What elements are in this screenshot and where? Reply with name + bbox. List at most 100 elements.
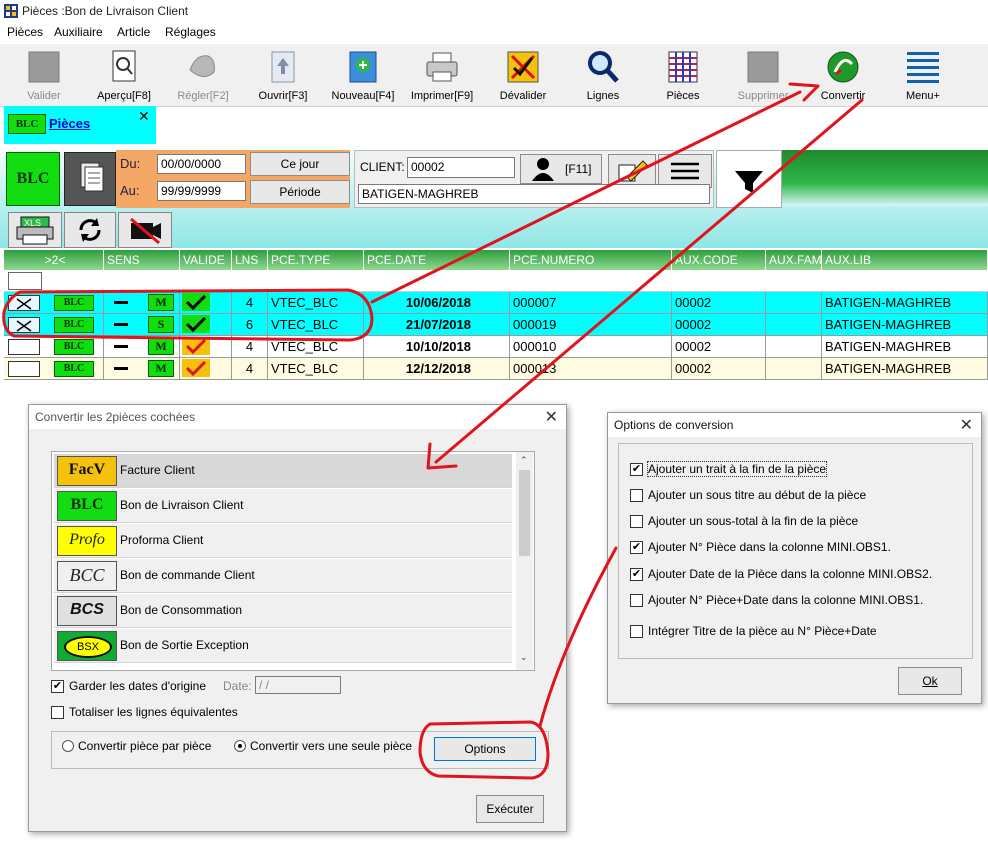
valider-button[interactable]: Valider — [4, 46, 84, 106]
selection-cell[interactable]: BLC — [4, 314, 104, 335]
col-header-aux-code[interactable]: AUX.CODE — [672, 250, 766, 270]
table-row[interactable]: BLC M 4 VTEC_BLC 10/10/2018 000010 00002 BATIGE… — [4, 336, 988, 358]
row-checkbox[interactable] — [8, 361, 40, 377]
filter-button[interactable] — [716, 150, 782, 208]
periode-button[interactable]: Période — [250, 180, 350, 204]
col-header-selection[interactable]: >2< — [4, 250, 104, 270]
client-name-field[interactable]: BATIGEN-MAGHREB — [358, 184, 710, 204]
camera-off-button[interactable] — [118, 212, 172, 248]
options-button[interactable]: Options — [434, 737, 536, 761]
selection-cell[interactable]: BLC — [4, 292, 104, 313]
scroll-up-icon[interactable]: ⌃ — [520, 455, 528, 466]
pieces-button[interactable]: Pièces — [643, 46, 723, 106]
print-button[interactable]: Imprimer[F9] — [402, 46, 482, 106]
col-header-pce-numero[interactable]: PCE.NUMERO — [510, 250, 672, 270]
close-icon[interactable]: ✕ — [545, 407, 558, 427]
lines-button[interactable]: Lignes — [563, 46, 643, 106]
new-button[interactable]: Nouveau[F4] — [323, 46, 403, 106]
row-checkbox[interactable] — [8, 317, 40, 333]
tab-pieces[interactable]: BLC Pièces ✕ — [4, 106, 156, 144]
tab-close-icon[interactable]: ✕ — [138, 108, 150, 125]
option-checkbox[interactable] — [630, 594, 643, 607]
option-checkbox[interactable]: ✔ — [630, 541, 643, 554]
option-checkbox[interactable]: ✔ — [630, 568, 643, 581]
select-all-checkbox[interactable] — [8, 272, 42, 290]
col-header-pce-type[interactable]: PCE.TYPE — [268, 250, 364, 270]
open-button[interactable]: Ouvrir[F3] — [243, 46, 323, 106]
doc-type-icon: FacV — [57, 456, 117, 486]
preview-button[interactable]: Aperçu[F8] — [84, 46, 164, 106]
row-checkbox[interactable] — [8, 295, 40, 311]
radio-piece-by-piece[interactable] — [62, 740, 74, 752]
new-label: Nouveau[F4] — [331, 90, 395, 102]
col-header-aux-fam[interactable]: AUX.FAM — [766, 250, 822, 270]
valide-check-icon — [182, 315, 210, 333]
col-header-valide[interactable]: VALIDE — [180, 250, 232, 270]
scroll-thumb[interactable] — [519, 470, 530, 556]
selection-cell[interactable]: BLC — [4, 358, 104, 379]
col-header-sens[interactable]: SENS — [104, 250, 180, 270]
sens-dash-icon — [114, 345, 128, 348]
client-menu-button[interactable] — [658, 154, 712, 188]
printer-icon — [425, 50, 459, 84]
option-checkbox[interactable] — [630, 489, 643, 502]
delete-button[interactable]: Supprimer — [723, 46, 803, 106]
col-header-pce-date[interactable]: PCE.DATE — [364, 250, 510, 270]
refresh-button[interactable] — [64, 212, 116, 248]
settle-button[interactable]: Régler[F2] — [163, 46, 243, 106]
client-lookup-button[interactable]: [F11] — [520, 154, 602, 184]
table-row[interactable]: BLC S 6 VTEC_BLC 21/07/2018 000019 00002 BATIGE… — [4, 314, 988, 336]
delete-label: Supprimer — [737, 90, 789, 102]
du-date-field[interactable]: 00/00/0000 — [157, 154, 246, 174]
menu-bar: Pièces Auxiliaire Article Réglages — [0, 22, 988, 42]
document-type-item[interactable]: BCS Bon de Consommation — [54, 594, 512, 628]
col-header-lns[interactable]: LNS — [232, 250, 268, 270]
keep-dates-checkbox[interactable]: ✔ — [51, 680, 64, 693]
edit-client-button[interactable] — [608, 154, 656, 188]
camera-off-icon — [130, 217, 161, 245]
doc-type-label: Bon de Livraison Client — [120, 498, 244, 512]
document-type-item[interactable]: Profo Proforma Client — [54, 524, 512, 558]
pce-date-cell: 10/10/2018 — [364, 336, 510, 357]
document-type-item[interactable]: BCC Bon de commande Client — [54, 559, 512, 593]
options-close-icon[interactable]: ✕ — [960, 415, 973, 435]
document-type-item[interactable]: FacV Facture Client — [54, 454, 512, 488]
menu-auxiliaire[interactable]: Auxiliaire — [54, 25, 103, 39]
col-header-aux-lib[interactable]: AUX.LIB — [822, 250, 988, 270]
menu-reglages[interactable]: Réglages — [165, 25, 216, 39]
table-row[interactable]: BLC M 4 VTEC_BLC 12/12/2018 000013 00002 BATIGE… — [4, 358, 988, 380]
export-xls-button[interactable]: XLS — [8, 212, 62, 248]
list-scrollbar[interactable]: ⌃ ⌄ — [516, 452, 533, 670]
ok-button[interactable]: Ok — [898, 667, 962, 695]
date-field[interactable]: / / — [255, 676, 341, 694]
doc-type-icon: BLC — [57, 491, 117, 521]
sens-cell: M — [104, 358, 180, 379]
lns-cell: 6 — [232, 314, 268, 335]
option-checkbox[interactable] — [630, 625, 643, 638]
convert-button[interactable]: Convertir — [803, 46, 883, 106]
document-type-item[interactable]: BLC Bon de Livraison Client — [54, 489, 512, 523]
total-lines-checkbox[interactable] — [51, 706, 64, 719]
invalidate-button[interactable]: Dévalider — [483, 46, 563, 106]
radio-dot — [238, 744, 242, 748]
radio-single-piece[interactable] — [234, 740, 246, 752]
option-label: Ajouter un sous titre au début de la piè… — [648, 488, 867, 502]
client-code-field[interactable]: 00002 — [407, 157, 515, 178]
option-checkbox[interactable] — [630, 515, 643, 528]
menu-pieces[interactable]: Pièces — [7, 25, 43, 39]
selection-cell[interactable]: BLC — [4, 336, 104, 357]
execute-button[interactable]: Exécuter — [476, 795, 544, 823]
au-date-field[interactable]: 99/99/9999 — [157, 181, 246, 201]
menu-plus-button[interactable]: Menu+ — [883, 46, 963, 106]
scroll-down-icon[interactable]: ⌄ — [520, 652, 528, 663]
document-type-item[interactable]: BSX Bon de Sortie Exception — [54, 629, 512, 663]
doc-type-icon: BCS — [57, 596, 117, 626]
menu-article[interactable]: Article — [117, 25, 150, 39]
aux-fam-cell — [766, 314, 822, 335]
option-checkbox[interactable]: ✔ — [630, 463, 643, 476]
documents-button[interactable] — [64, 152, 116, 206]
toolbar: Valider Aperçu[F8] Régler[F2] Ouvrir[F3]… — [0, 44, 988, 107]
row-checkbox[interactable] — [8, 339, 40, 355]
table-row[interactable]: BLC M 4 VTEC_BLC 10/06/2018 000007 00002 BATIGE… — [4, 292, 988, 314]
ce-jour-button[interactable]: Ce jour — [250, 152, 350, 176]
